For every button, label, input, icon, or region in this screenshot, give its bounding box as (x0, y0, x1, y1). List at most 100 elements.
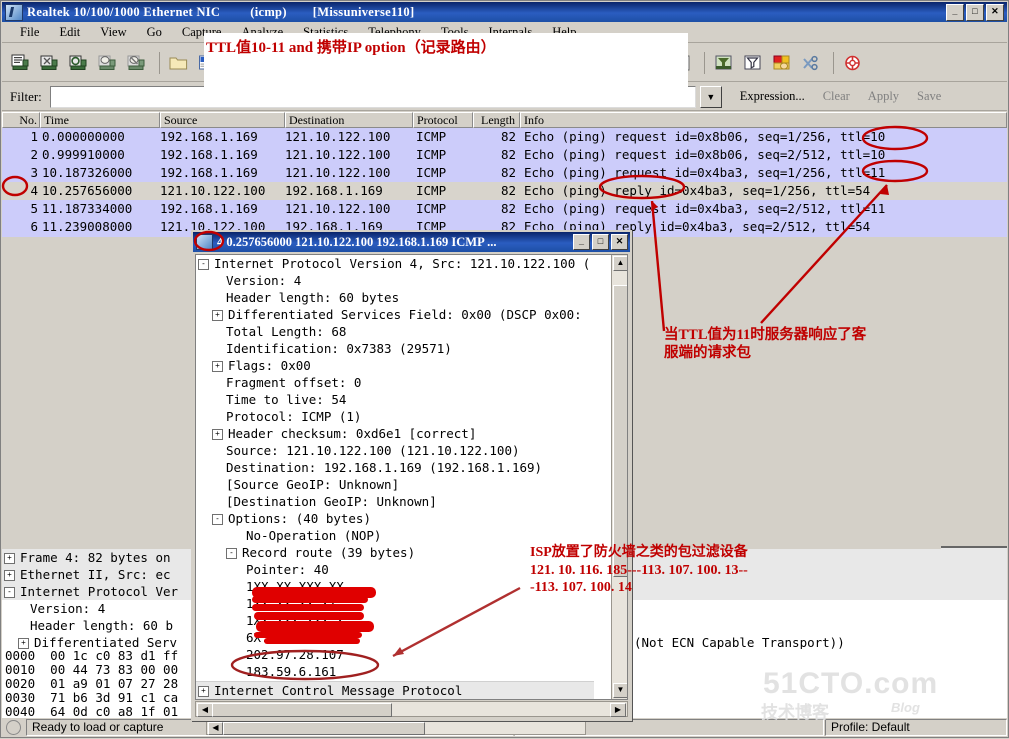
stop-capture-icon[interactable] (37, 50, 63, 76)
tree-row[interactable]: Fragment offset: 0 (196, 374, 594, 391)
help-icon[interactable] (840, 50, 866, 76)
popup-body[interactable]: - Internet Protocol Version 4, Src: 121.1… (195, 254, 628, 700)
cell-length: 82 (500, 129, 516, 144)
tree-text: Pointer: 40 (246, 562, 329, 577)
expander-icon[interactable]: - (4, 587, 15, 598)
open-file-icon[interactable] (166, 50, 192, 76)
column-header-source[interactable]: Source (160, 112, 285, 128)
redaction-bar (256, 621, 374, 632)
tree-row[interactable]: Source: 121.10.122.100 (121.10.122.100) (196, 442, 594, 459)
column-header-no[interactable]: No. (2, 112, 40, 128)
minimize-button[interactable]: _ (946, 4, 964, 21)
tree-row[interactable]: - Options: (40 bytes) (196, 510, 594, 527)
capture-options-icon[interactable] (95, 50, 121, 76)
maximize-button[interactable]: □ (966, 4, 984, 21)
apply-filter-button[interactable]: Apply (868, 89, 899, 104)
tree-row[interactable]: + Flags: 0x00 (196, 357, 594, 374)
tree-row[interactable]: 183.59.6.161 (196, 663, 594, 680)
popup-vertical-scrollbar[interactable]: ▲ ▼ (611, 255, 627, 699)
expression-button[interactable]: Expression... (740, 89, 805, 104)
tree-row[interactable]: [Destination GeoIP: Unknown] (196, 493, 594, 510)
tree-text: Options: (40 bytes) (228, 511, 371, 526)
packet-list[interactable]: No. Time Source Destination Protocol Len… (2, 112, 1007, 237)
popup-horizontal-scrollbar[interactable]: ◀ ▶ (195, 701, 628, 717)
hex-offset: 0010 (5, 662, 36, 677)
column-header-info[interactable]: Info (520, 112, 1007, 128)
close-button[interactable]: ✕ (986, 4, 1004, 21)
expander-icon[interactable]: + (18, 638, 29, 649)
menu-view[interactable]: View (90, 23, 136, 42)
menu-edit[interactable]: Edit (49, 23, 90, 42)
expander-icon[interactable]: + (212, 361, 223, 372)
clear-filter-button[interactable]: Clear (823, 89, 850, 104)
expander-icon[interactable]: - (198, 259, 209, 270)
table-row[interactable]: 1 0.000000000 192.168.1.169 121.10.122.1… (2, 128, 1007, 146)
scroll-left-arrow-icon[interactable]: ◀ (197, 703, 213, 717)
column-header-length[interactable]: Length (473, 112, 520, 128)
preferences-icon[interactable] (798, 50, 824, 76)
scrollbar-thumb[interactable] (613, 285, 627, 577)
expander-icon[interactable]: + (212, 429, 223, 440)
column-header-destination[interactable]: Destination (285, 112, 413, 128)
tree-row[interactable]: - Internet Protocol Version 4, Src: 121.1… (196, 255, 594, 272)
tree-text: Destination: 192.168.1.169 (192.168.1.16… (226, 460, 543, 475)
detail-text: Differentiated Serv (34, 635, 177, 650)
popup-maximize-button[interactable]: □ (592, 234, 609, 250)
packet-detail-popup-window[interactable]: 4 0.257656000 121.10.122.100 192.168.1.1… (191, 230, 632, 721)
table-row[interactable]: 2 0.999910000 192.168.1.169 121.10.122.1… (2, 146, 1007, 164)
scroll-down-arrow-icon[interactable]: ▼ (613, 683, 627, 698)
tree-row[interactable]: 202.97.28.107 (196, 646, 594, 663)
cell-no: 4 (30, 183, 38, 198)
tree-row[interactable]: Header length: 60 bytes (196, 289, 594, 306)
table-row[interactable]: 4 10.257656000 121.10.122.100 192.168.1.… (2, 182, 1007, 200)
tree-row[interactable]: Time to live: 54 (196, 391, 594, 408)
expander-icon[interactable]: + (198, 686, 209, 697)
tree-row[interactable]: + Differentiated Services Field: 0x00 (DS… (196, 306, 594, 323)
menu-go[interactable]: Go (137, 23, 172, 42)
tree-row[interactable]: Protocol: ICMP (1) (196, 408, 594, 425)
tree-row[interactable]: Total Length: 68 (196, 323, 594, 340)
display-filter-icon[interactable] (740, 50, 766, 76)
close-capture-icon[interactable] (124, 50, 150, 76)
tree-row[interactable]: [Source GeoIP: Unknown] (196, 476, 594, 493)
tree-row[interactable]: No-Operation (NOP) (196, 527, 594, 544)
scrollbar-thumb[interactable] (212, 703, 392, 717)
expander-icon[interactable]: + (4, 570, 15, 581)
cell-destination: 121.10.122.100 (285, 147, 391, 162)
wireshark-app-icon (5, 3, 23, 21)
menu-file[interactable]: File (10, 23, 49, 42)
capture-filter-icon[interactable] (711, 50, 737, 76)
scroll-left-arrow-icon[interactable]: ◀ (208, 722, 223, 735)
column-header-time[interactable]: Time (40, 112, 160, 128)
expander-icon[interactable]: - (226, 548, 237, 559)
coloring-rules-icon[interactable] (769, 50, 795, 76)
start-capture-icon[interactable] (8, 50, 34, 76)
scroll-up-arrow-icon[interactable]: ▲ (613, 256, 627, 271)
popup-protocol-tree[interactable]: - Internet Protocol Version 4, Src: 121.1… (196, 255, 594, 699)
filter-input[interactable] (49, 85, 696, 108)
table-row[interactable]: 3 10.187326000 192.168.1.169 121.10.122.… (2, 164, 1007, 182)
bytes-pane-hscrollbar[interactable]: ◀ (206, 720, 586, 735)
column-header-protocol[interactable]: Protocol (413, 112, 473, 128)
scrollbar-thumb[interactable] (223, 722, 425, 735)
tree-row[interactable]: Destination: 192.168.1.169 (192.168.1.16… (196, 459, 594, 476)
detail-text: Ethernet II, Src: ec (20, 567, 171, 582)
expander-icon[interactable]: - (212, 514, 223, 525)
scroll-right-arrow-icon[interactable]: ▶ (610, 703, 626, 717)
tree-row[interactable]: Version: 4 (196, 272, 594, 289)
expander-icon[interactable]: + (212, 310, 223, 321)
popup-icmp-row[interactable]: + Internet Control Message Protocol (196, 681, 594, 699)
popup-close-button[interactable]: ✕ (611, 234, 628, 250)
annotation-isp-text: ISP放置了防火墙之类的包过滤设备 121. 10. 116. 185---11… (530, 545, 748, 595)
restart-capture-icon[interactable] (66, 50, 92, 76)
hex-offset: 0000 (5, 649, 36, 663)
tree-row[interactable]: + Header checksum: 0xd6e1 [correct] (196, 425, 594, 442)
hex-bytes: 01 a9 01 07 27 28 (50, 676, 179, 691)
table-row[interactable]: 5 11.187334000 192.168.1.169 121.10.122.… (2, 200, 1007, 218)
popup-minimize-button[interactable]: _ (573, 234, 590, 250)
tree-text: Total Length: 68 (226, 324, 347, 339)
filter-dropdown-button[interactable]: ▼ (699, 85, 722, 108)
save-filter-button[interactable]: Save (917, 89, 941, 104)
expander-icon[interactable]: + (4, 553, 15, 564)
tree-row[interactable]: Identification: 0x7383 (29571) (196, 340, 594, 357)
